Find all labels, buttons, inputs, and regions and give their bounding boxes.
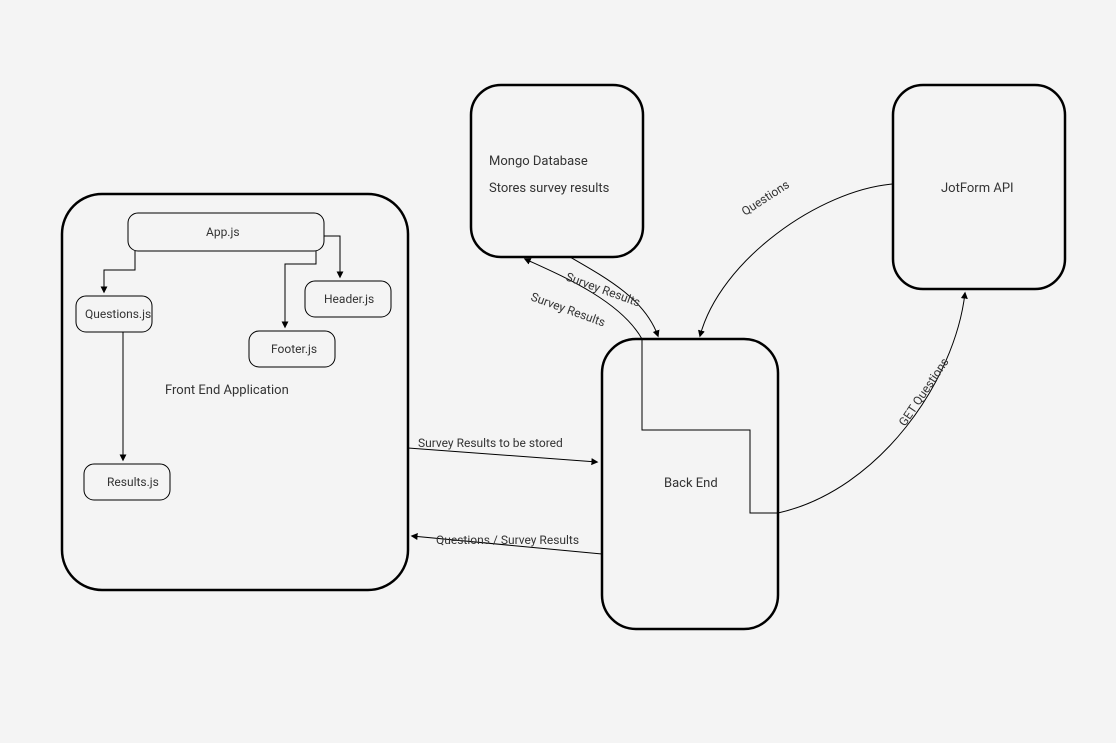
edge-jot-to-be bbox=[700, 184, 893, 336]
app-js-label: App.js bbox=[206, 225, 240, 239]
edge-app-to-footer bbox=[285, 251, 316, 327]
mongo-label-1: Mongo Database bbox=[489, 154, 588, 169]
edge-app-to-header bbox=[324, 236, 340, 277]
edge-fe-to-be bbox=[408, 448, 597, 462]
edge-be-to-jot-label: GET Questions bbox=[896, 355, 952, 428]
edge-jot-to-be-label: Questions bbox=[739, 177, 792, 218]
frontend-label: Front End Application bbox=[165, 383, 289, 398]
edge-app-to-questions bbox=[104, 251, 135, 292]
edge-mongo-to-be-label: Survey Results bbox=[564, 270, 642, 310]
edge-fe-to-be-label: Survey Results to be stored bbox=[418, 436, 563, 450]
questions-js-label: Questions.js bbox=[85, 307, 151, 321]
mongo-label-2: Stores survey results bbox=[489, 181, 610, 196]
edge-be-to-mongo-label: Survey Results bbox=[529, 290, 607, 330]
jotform-label: JotForm API bbox=[941, 181, 1014, 196]
header-js-label: Header.js bbox=[324, 292, 374, 306]
backend-label: Back End bbox=[664, 476, 718, 491]
edge-be-to-fe-label: Questions / Survey Results bbox=[436, 533, 579, 547]
results-js-label: Results.js bbox=[107, 475, 159, 489]
footer-js-label: Footer.js bbox=[271, 342, 317, 356]
mongo-node bbox=[471, 85, 643, 257]
edge-be-to-jot bbox=[778, 293, 965, 513]
